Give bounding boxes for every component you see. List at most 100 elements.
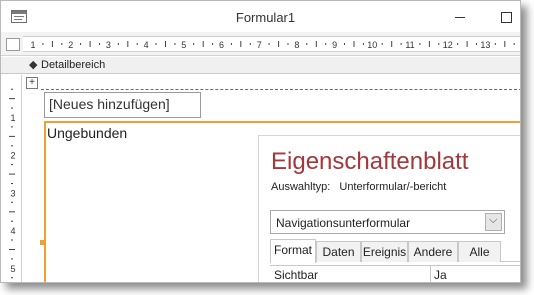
ruler-number: 1 bbox=[30, 40, 35, 50]
form-selector[interactable] bbox=[6, 38, 20, 51]
ruler-tick bbox=[306, 43, 308, 45]
ruler-tick bbox=[476, 43, 477, 45]
ruler-number: 11 bbox=[405, 40, 414, 50]
vruler-tick bbox=[11, 88, 13, 90]
move-handle-icon[interactable]: + bbox=[26, 77, 38, 89]
vruler-tick bbox=[11, 220, 13, 222]
vruler-tick bbox=[9, 249, 15, 250]
ruler-tick bbox=[42, 43, 44, 45]
tab-other[interactable]: Andere bbox=[408, 241, 458, 262]
ruler-tick bbox=[155, 43, 157, 45]
ruler-number: 9 bbox=[332, 40, 337, 50]
ruler-tick bbox=[278, 41, 280, 47]
ruler-tick bbox=[391, 41, 393, 47]
title-bar[interactable]: Formular1 bbox=[1, 1, 520, 32]
selection-type: Auswahltyp: Unterformular/-bericht bbox=[271, 181, 446, 193]
property-sheet-title: Eigenschaftenblatt bbox=[271, 148, 469, 175]
vruler-tick bbox=[11, 258, 13, 260]
tab-data[interactable]: Daten bbox=[316, 241, 361, 262]
tab-all[interactable]: Alle bbox=[458, 241, 501, 262]
ruler-tick bbox=[117, 43, 119, 45]
ruler-number: 2 bbox=[68, 40, 73, 50]
ruler-tick bbox=[89, 41, 91, 47]
vruler-tick bbox=[11, 164, 13, 166]
ruler-tick bbox=[80, 43, 82, 45]
ruler-number: 8 bbox=[294, 40, 299, 50]
vruler-number: 4 bbox=[10, 226, 15, 236]
maximize-icon bbox=[501, 12, 512, 23]
form-design-window: Formular1 1 2 3 4 5 6 7 8 9 10 11 12 13 ◆ Detailbere… bbox=[0, 0, 521, 283]
ruler-number: 4 bbox=[144, 40, 149, 50]
vruler-tick bbox=[11, 107, 13, 109]
minimize-button[interactable] bbox=[445, 7, 475, 27]
vruler-tick bbox=[11, 201, 13, 203]
property-sheet: Eigenschaftenblatt Auswahltyp: Unterform… bbox=[258, 135, 520, 282]
ruler-tick bbox=[136, 43, 138, 45]
subform-label: Ungebunden bbox=[47, 125, 128, 141]
vruler-tick bbox=[9, 211, 15, 213]
vruler-tick bbox=[9, 98, 15, 100]
selection-type-label: Auswahltyp: bbox=[271, 181, 331, 193]
ruler-tick bbox=[353, 41, 355, 47]
ruler-number: 7 bbox=[257, 40, 262, 50]
vruler-tick bbox=[11, 126, 13, 128]
section-header-detail[interactable]: ◆ Detailbereich bbox=[1, 57, 520, 74]
add-new-field[interactable]: [Neues hinzufügen] bbox=[44, 92, 201, 118]
ruler-tick bbox=[165, 41, 166, 47]
ruler-tick bbox=[212, 43, 214, 45]
section-label: Detailbereich bbox=[41, 59, 106, 71]
vruler-tick bbox=[11, 183, 13, 184]
ruler-tick bbox=[193, 43, 195, 45]
property-value: Ja bbox=[434, 268, 447, 282]
ruler-tick bbox=[315, 41, 317, 47]
ruler-tick bbox=[466, 41, 468, 47]
window-title: Formular1 bbox=[235, 10, 296, 25]
vruler-number: 1 bbox=[10, 113, 15, 123]
selection-type-value: Unterformular/-bericht bbox=[339, 181, 447, 193]
ruler-tick bbox=[428, 41, 430, 47]
tab-format[interactable]: Format bbox=[270, 239, 316, 263]
ruler-number: 13 bbox=[480, 40, 490, 50]
ruler-area: 1 2 3 4 5 6 7 8 9 10 11 12 13 bbox=[1, 32, 520, 56]
ruler-tick bbox=[202, 41, 204, 47]
vertical-ruler[interactable]: 1 2 3 4 5 bbox=[5, 75, 22, 282]
object-select[interactable]: Navigationsunterformular ⌵ bbox=[270, 210, 505, 234]
ruler-number: 6 bbox=[219, 40, 224, 50]
ruler-tick bbox=[61, 43, 63, 45]
property-value-cell[interactable]: Ja bbox=[430, 266, 520, 282]
vruler-tick bbox=[11, 145, 13, 147]
ruler-tick bbox=[249, 43, 251, 45]
ruler-tick bbox=[400, 43, 402, 45]
layout-dashed-border bbox=[41, 89, 520, 90]
ruler-number: 12 bbox=[443, 40, 453, 50]
ruler-tick bbox=[268, 43, 270, 45]
dropdown-button[interactable]: ⌵ bbox=[485, 213, 502, 231]
property-tabs: Format Daten Ereignis Andere Alle bbox=[270, 239, 520, 263]
property-row-visible[interactable]: Sichtbar Ja bbox=[270, 265, 520, 282]
dropdown-arrow-icon: ⌵ bbox=[489, 214, 498, 226]
maximize-button[interactable] bbox=[489, 7, 519, 27]
ruler-number: 10 bbox=[367, 40, 377, 50]
tab-event[interactable]: Ereignis bbox=[361, 241, 408, 262]
ruler-tick bbox=[344, 43, 345, 45]
object-select-value: Navigationsunterformular bbox=[276, 216, 411, 230]
sizing-handle[interactable] bbox=[40, 240, 45, 245]
ruler-tick bbox=[457, 43, 459, 45]
ruler-tick bbox=[287, 43, 289, 45]
vruler-number: 3 bbox=[10, 188, 15, 198]
vruler-number: 2 bbox=[10, 151, 15, 161]
ruler-tick bbox=[362, 43, 364, 45]
ruler-tick bbox=[419, 43, 421, 45]
ruler-tick bbox=[381, 43, 383, 45]
vruler-ticks: 1 2 3 4 5 bbox=[9, 88, 16, 279]
ruler-number: 3 bbox=[106, 40, 111, 50]
ruler-tick bbox=[174, 43, 176, 45]
ruler-tick bbox=[504, 41, 506, 47]
ruler-tick bbox=[99, 43, 100, 45]
ruler-tick bbox=[494, 43, 496, 45]
vruler-number: 5 bbox=[10, 264, 15, 274]
vruler-tick bbox=[9, 135, 15, 137]
property-name: Sichtbar bbox=[274, 268, 319, 282]
ruler-tick bbox=[325, 43, 327, 45]
horizontal-ruler[interactable]: 1 2 3 4 5 6 7 8 9 10 11 12 13 bbox=[23, 36, 520, 52]
